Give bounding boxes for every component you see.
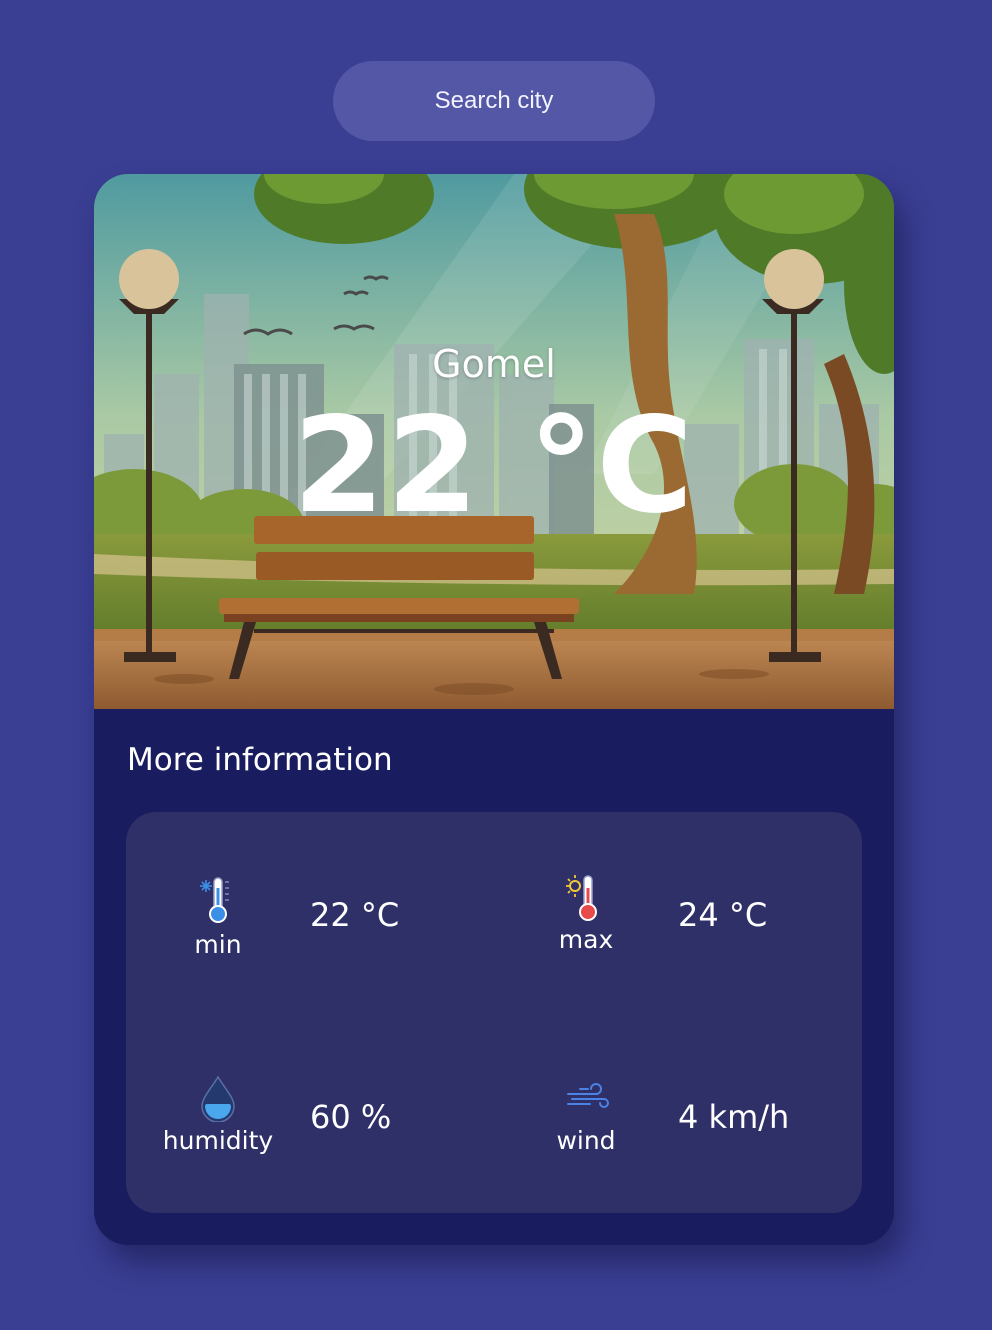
wind-icon <box>566 1082 609 1132</box>
min-value: 22 °C <box>310 896 400 934</box>
more-information-title: More information <box>127 742 393 778</box>
weather-hero-image: Gomel 22 °C <box>94 174 894 709</box>
humidity-label: humidity <box>162 1126 274 1155</box>
city-name: Gomel <box>432 342 556 386</box>
weather-app: Gomel 22 °C More information <box>0 0 992 1330</box>
max-value: 24 °C <box>678 896 768 934</box>
current-temperature: 22 °C <box>292 389 696 543</box>
humidity-value: 60 % <box>310 1098 392 1136</box>
wind-label: wind <box>556 1126 616 1155</box>
thermometer-hot-icon <box>566 872 606 922</box>
details-panel: min 22 °C max 24 °C humidity 60 % wind 4… <box>126 812 862 1213</box>
thermometer-cold-icon <box>198 874 238 924</box>
water-drop-icon <box>198 1074 238 1124</box>
wind-value: 4 km/h <box>678 1098 790 1136</box>
search-city-input[interactable] <box>333 61 655 141</box>
min-label: min <box>194 930 242 959</box>
weather-card: Gomel 22 °C More information min 22 °C m… <box>94 174 894 1245</box>
max-label: max <box>558 925 614 954</box>
